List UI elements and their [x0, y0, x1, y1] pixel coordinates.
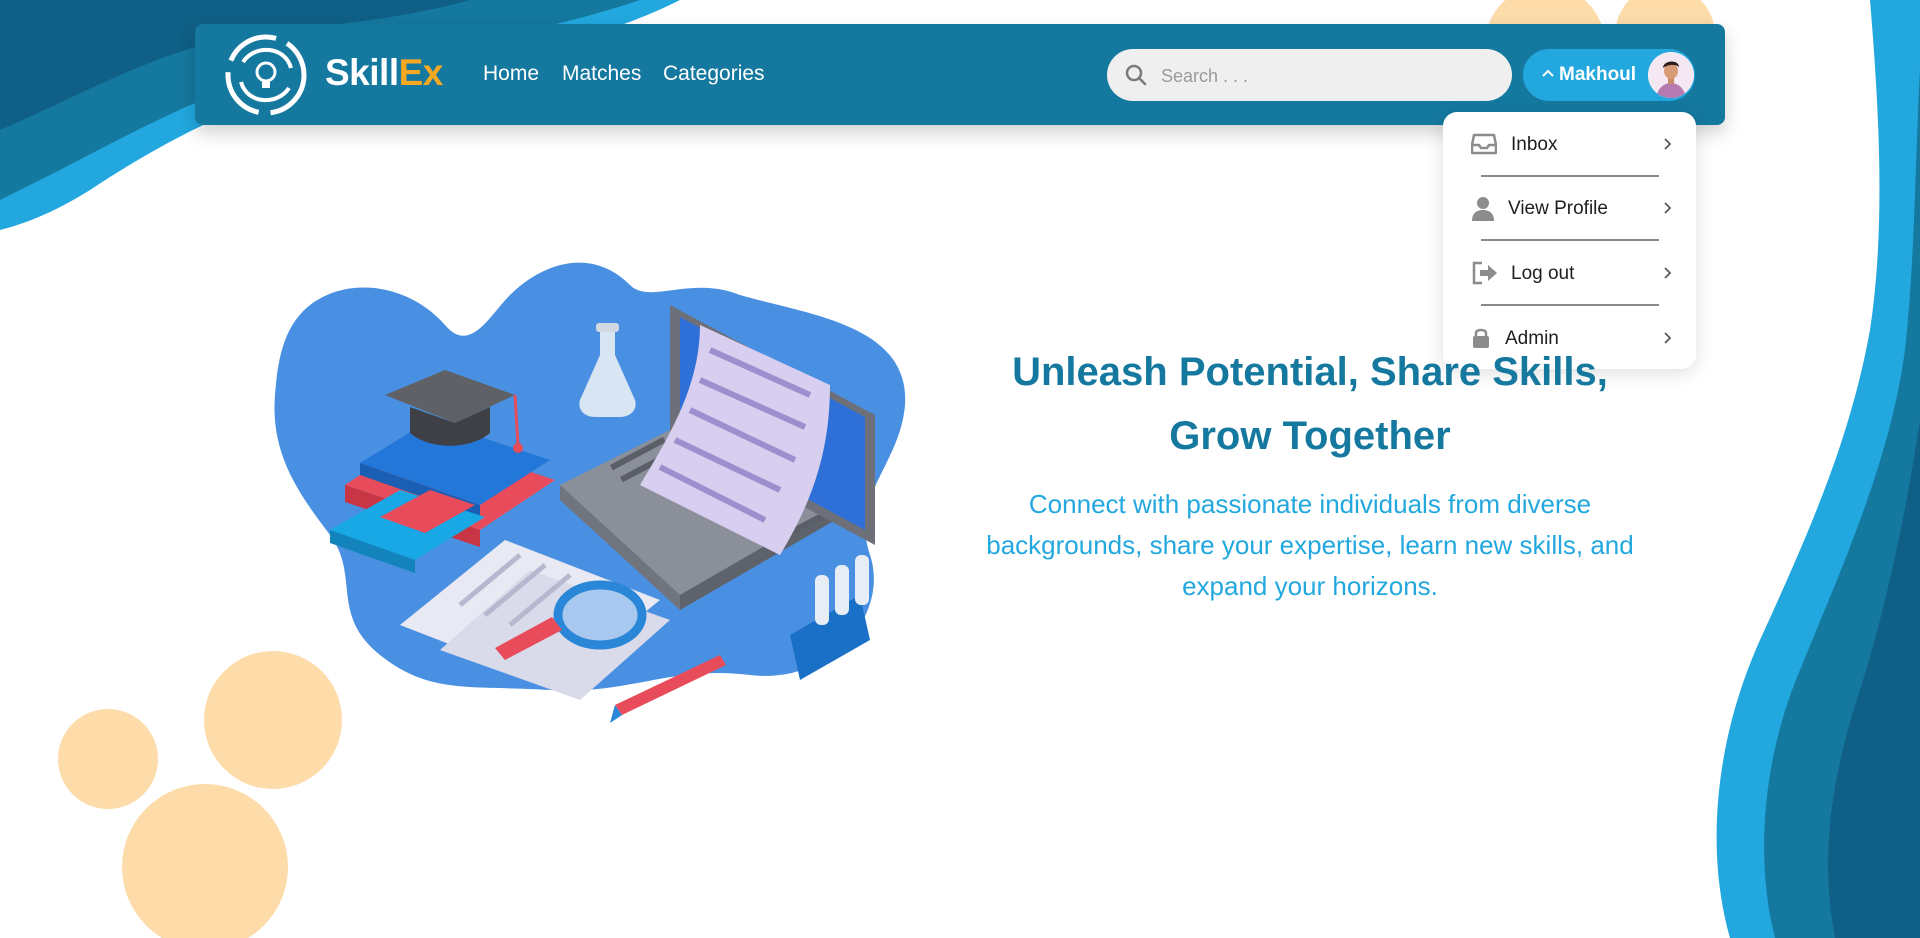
- menu-divider: [1481, 175, 1659, 177]
- menu-item-inbox[interactable]: Inbox: [1443, 120, 1696, 168]
- menu-divider: [1481, 304, 1659, 306]
- user-menu-button[interactable]: Makhoul: [1523, 49, 1695, 101]
- logout-icon: [1472, 261, 1497, 285]
- chevron-up-icon: [1542, 69, 1554, 77]
- inbox-icon: [1471, 133, 1497, 155]
- menu-item-view-profile[interactable]: View Profile: [1443, 184, 1696, 232]
- navbar: SkillEx Home Matches Categories Makhoul: [195, 24, 1725, 125]
- search-icon: [1125, 64, 1147, 86]
- brand-name-main: Skill: [325, 52, 399, 93]
- brand-name-accent: Ex: [398, 52, 444, 93]
- search-bar[interactable]: [1107, 49, 1512, 103]
- nav-link-matches[interactable]: Matches: [562, 62, 641, 86]
- hero-subtitle-line: backgrounds, share your expertise, learn…: [986, 530, 1634, 560]
- hero-title-line: Unleash Potential, Share Skills,: [1012, 350, 1608, 394]
- menu-divider: [1481, 239, 1659, 241]
- menu-item-label: Log out: [1511, 263, 1575, 284]
- menu-item-label: View Profile: [1508, 198, 1608, 219]
- nav-link-home[interactable]: Home: [483, 62, 539, 86]
- chevron-right-icon: [1664, 332, 1672, 344]
- user-name: Makhoul: [1559, 64, 1637, 85]
- avatar: [1648, 52, 1694, 98]
- chevron-right-icon: [1664, 202, 1672, 214]
- nav-link-categories[interactable]: Categories: [663, 62, 765, 86]
- user-icon: [1472, 197, 1494, 221]
- hero-illustration: [274, 262, 906, 723]
- hero-title-line: Grow Together: [1169, 414, 1451, 458]
- search-input[interactable]: [1159, 49, 1493, 103]
- chevron-right-icon: [1664, 138, 1672, 150]
- brand-name[interactable]: SkillEx: [325, 52, 443, 94]
- logo-icon[interactable]: [225, 34, 307, 116]
- menu-item-log-out[interactable]: Log out: [1443, 249, 1696, 297]
- hero-subtitle-line: expand your horizons.: [1182, 571, 1438, 601]
- user-dropdown-menu: Inbox View Profile Log out Admin: [1443, 112, 1696, 369]
- hero-subtitle-line: Connect with passionate individuals from…: [1028, 489, 1592, 519]
- chevron-right-icon: [1664, 267, 1672, 279]
- menu-item-label: Inbox: [1511, 134, 1558, 155]
- hero-title: Unleash Potential, Share Skills, Grow To…: [960, 340, 1660, 468]
- hero-subtitle: Connect with passionate individuals from…: [975, 484, 1645, 607]
